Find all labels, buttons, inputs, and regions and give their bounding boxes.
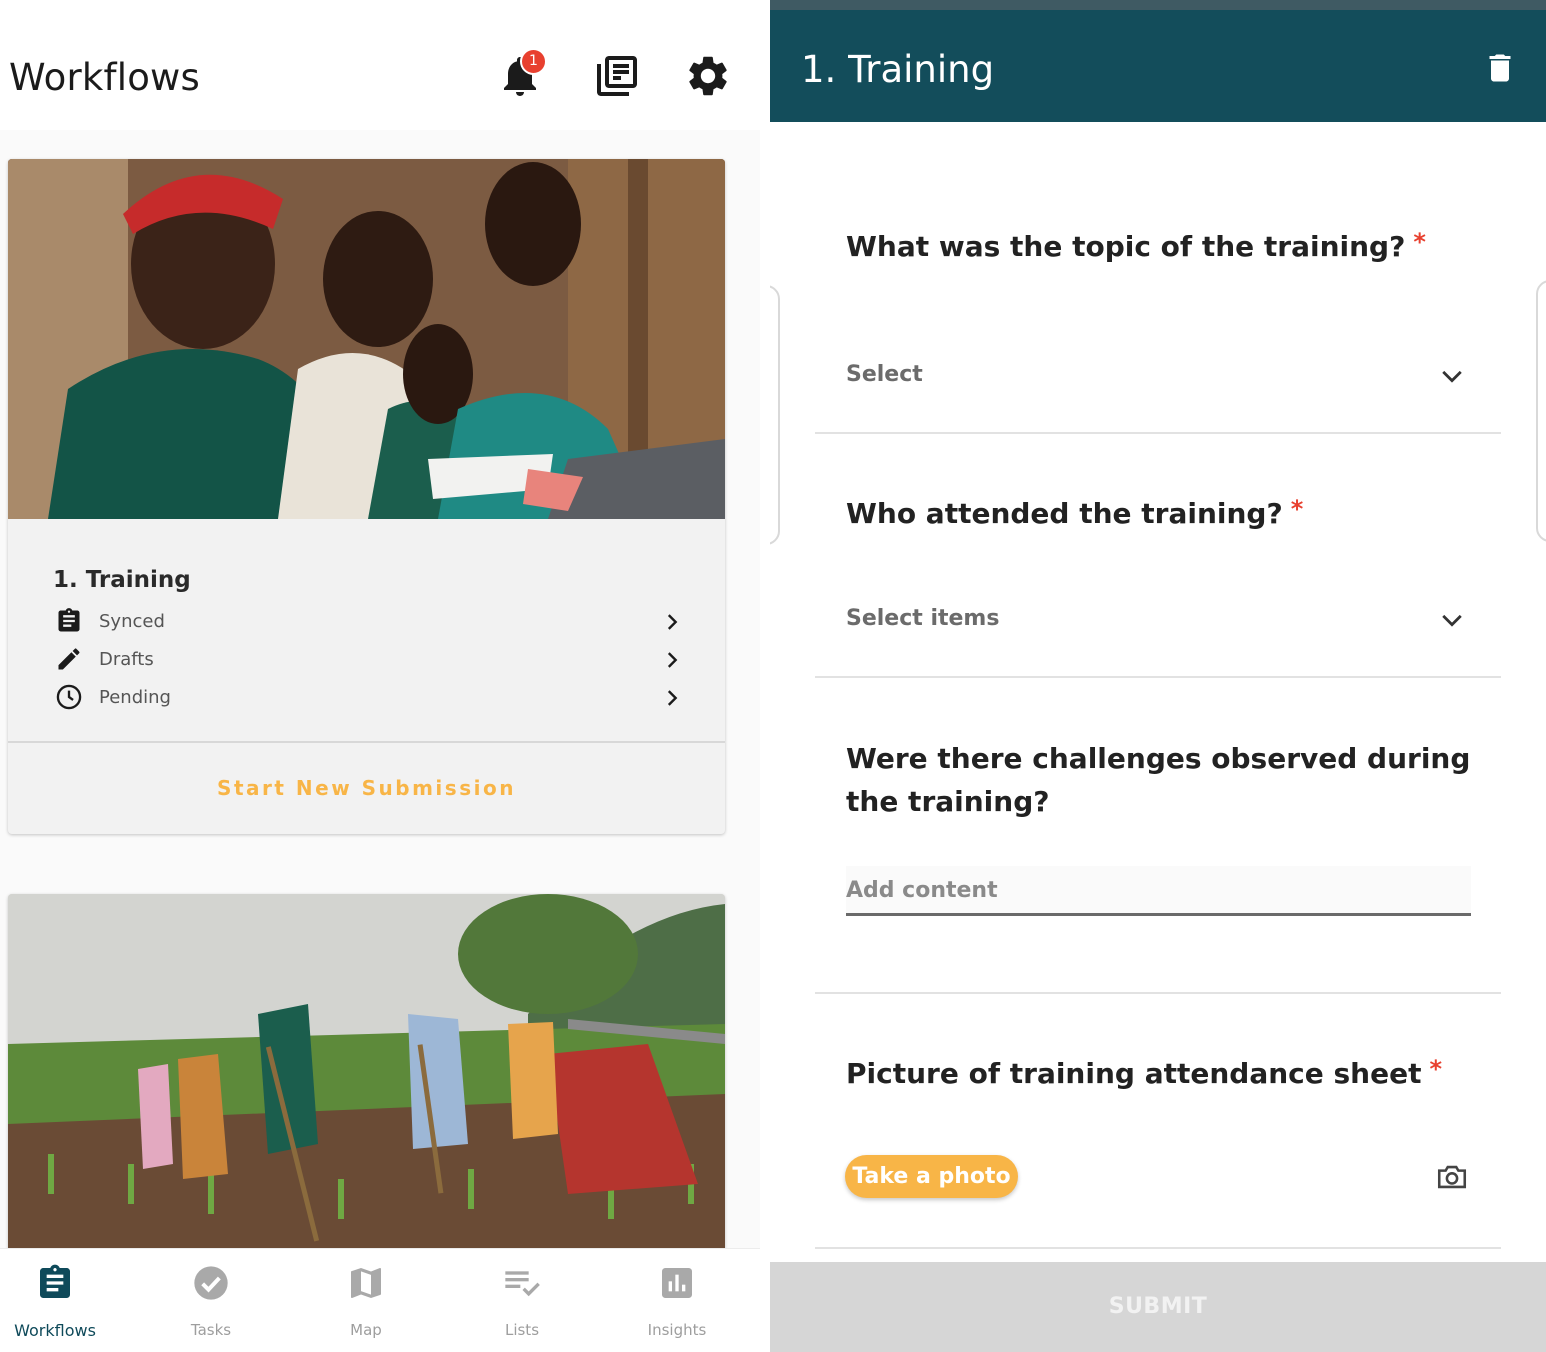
divider — [815, 676, 1501, 678]
chevron-right-icon — [667, 652, 678, 668]
form-header: 1. Training — [770, 10, 1546, 122]
nav-label: Insights — [647, 1321, 707, 1339]
question-attendees: Who attended the training? * — [846, 492, 1486, 537]
nav-label: Tasks — [190, 1321, 232, 1339]
required-marker: * — [1290, 495, 1304, 523]
required-marker: * — [1413, 228, 1426, 256]
clipboard-icon — [58, 608, 80, 632]
pending-row[interactable]: Pending — [53, 681, 683, 715]
required-marker: * — [1429, 1055, 1443, 1083]
select-label: Select items — [846, 606, 1000, 631]
nav-insights[interactable]: Insights — [617, 1249, 737, 1352]
nav-label: Workflows — [14, 1321, 96, 1340]
pencil-icon — [58, 648, 80, 670]
topic-select[interactable]: Select — [846, 356, 1466, 396]
scroll-edge-left — [770, 285, 780, 545]
question-text: What was the topic of the training? — [846, 230, 1406, 263]
scroll-edge-right — [1536, 280, 1546, 542]
select-label: Select — [846, 362, 923, 387]
app-root: Workflows 1 1. Training Synced Drafts Pe… — [0, 0, 1546, 1352]
camera-icon[interactable] — [1434, 1160, 1470, 1194]
question-topic: What was the topic of the training? * — [846, 225, 1486, 270]
question-text: Picture of training attendance sheet — [846, 1057, 1422, 1090]
map-icon — [351, 1268, 381, 1298]
question-text: Who attended the training? — [846, 497, 1283, 530]
page-title: Workflows — [9, 56, 200, 99]
trash-icon[interactable] — [1482, 48, 1518, 88]
field-photo — [8, 894, 725, 1254]
nav-map[interactable]: Map — [306, 1249, 426, 1352]
nav-lists[interactable]: Lists — [462, 1249, 582, 1352]
clock-icon — [56, 684, 82, 710]
bar-chart-icon — [662, 1268, 692, 1298]
clipboard-icon — [40, 1264, 70, 1298]
training-form-screen: 1. Training What was the topic of the tr… — [770, 0, 1546, 1352]
divider — [815, 992, 1501, 994]
take-photo-button[interactable]: Take a photo — [845, 1155, 1018, 1198]
nav-label: Lists — [504, 1321, 540, 1339]
chevron-down-icon — [1442, 370, 1462, 383]
attendees-multiselect[interactable]: Select items — [846, 600, 1466, 640]
synced-row[interactable]: Synced — [53, 605, 683, 639]
synced-label: Synced — [99, 611, 165, 632]
challenges-input[interactable] — [846, 872, 1446, 908]
nav-workflows[interactable]: Workflows — [0, 1249, 115, 1352]
question-attendance-photo: Picture of training attendance sheet * — [846, 1052, 1486, 1097]
gear-icon[interactable] — [684, 52, 732, 100]
top-app-bar: Workflows 1 — [0, 0, 760, 130]
chevron-down-icon — [1442, 614, 1462, 627]
challenges-field[interactable] — [846, 866, 1471, 916]
chevron-right-icon — [667, 690, 678, 706]
chevron-right-icon — [667, 614, 678, 630]
check-circle-icon — [194, 1266, 228, 1300]
divider — [815, 432, 1501, 434]
workflow-card[interactable]: 1. Training Synced Drafts Pending Start … — [8, 159, 725, 834]
submit-button[interactable]: SUBMIT — [770, 1262, 1546, 1352]
drafts-label: Drafts — [99, 649, 154, 670]
divider — [815, 1247, 1501, 1249]
drafts-row[interactable]: Drafts — [53, 643, 683, 677]
list-check-icon — [505, 1271, 540, 1297]
training-photo — [8, 159, 725, 519]
library-icon[interactable] — [593, 52, 641, 100]
form-title: 1. Training — [801, 48, 995, 91]
status-bar — [770, 0, 1546, 10]
notification-badge: 1 — [520, 48, 547, 75]
start-new-submission-button[interactable]: Start New Submission — [8, 743, 725, 834]
question-challenges: Were there challenges observed during th… — [846, 742, 1471, 818]
workflows-screen: Workflows 1 1. Training Synced Drafts Pe… — [0, 0, 760, 1352]
bottom-navigation: Workflows Tasks Map Lists Insights — [0, 1248, 760, 1352]
nav-label: Map — [350, 1321, 382, 1339]
nav-tasks[interactable]: Tasks — [151, 1249, 271, 1352]
workflow-title: 1. Training — [53, 567, 191, 593]
pending-label: Pending — [99, 687, 171, 708]
workflow-card-2[interactable] — [8, 894, 725, 1254]
